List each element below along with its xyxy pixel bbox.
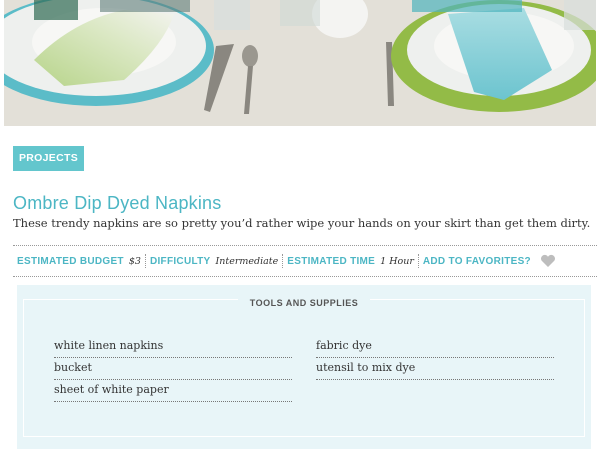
favorites-label[interactable]: ADD TO FAVORITES?: [423, 256, 531, 267]
tools-frame: TOOLS AND SUPPLIES white linen napkins b…: [23, 298, 585, 437]
supply-item: white linen napkins: [54, 338, 292, 358]
heart-icon[interactable]: [540, 254, 556, 268]
difficulty-value: Intermediate: [215, 255, 279, 267]
estimated-time: ESTIMATED TIME 1 Hour: [282, 254, 418, 268]
supply-item: utensil to mix dye: [316, 360, 554, 380]
projects-tag[interactable]: PROJECTS: [13, 146, 84, 171]
project-meta-bar: ESTIMATED BUDGET $3 DIFFICULTY Intermedi…: [13, 245, 597, 277]
tools-title: TOOLS AND SUPPLIES: [237, 298, 371, 308]
difficulty: DIFFICULTY Intermediate: [144, 254, 282, 268]
project-description: These trendy napkins are so pretty you’d…: [13, 216, 591, 230]
time-label: ESTIMATED TIME: [287, 255, 376, 267]
project-title: Ombre Dip Dyed Napkins: [13, 193, 222, 213]
hero-photo: [4, 0, 596, 126]
supply-item: sheet of white paper: [54, 382, 292, 402]
difficulty-label: DIFFICULTY: [149, 255, 211, 267]
budget-label: ESTIMATED BUDGET: [17, 255, 124, 267]
budget-value: $3: [128, 255, 141, 267]
tools-heading: TOOLS AND SUPPLIES: [24, 293, 584, 311]
time-value: 1 Hour: [380, 255, 414, 267]
table-setting-image: [4, 0, 596, 126]
tools-and-supplies-panel: TOOLS AND SUPPLIES white linen napkins b…: [17, 285, 591, 449]
estimated-budget: ESTIMATED BUDGET $3: [13, 254, 145, 268]
supply-item: fabric dye: [316, 338, 554, 358]
add-to-favorites[interactable]: ADD TO FAVORITES?: [417, 254, 560, 268]
supply-item: bucket: [54, 360, 292, 380]
